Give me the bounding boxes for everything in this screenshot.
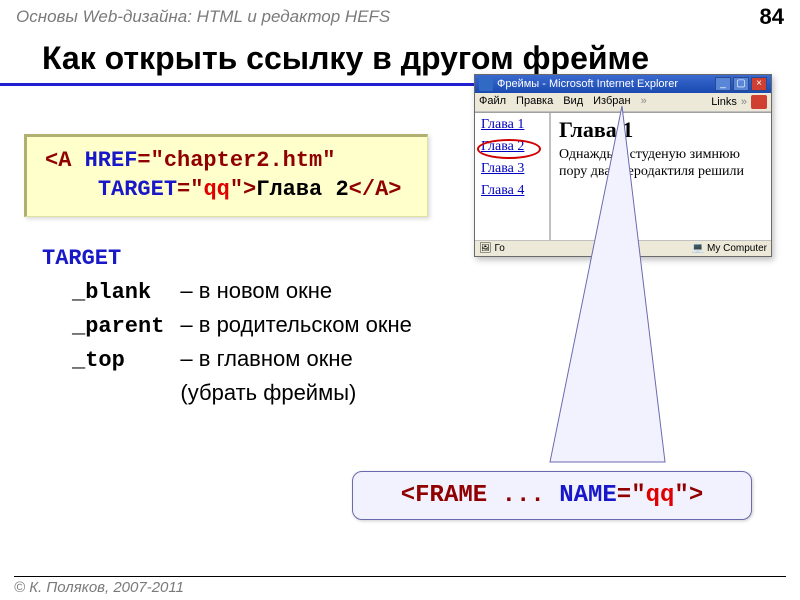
browser-title: Фреймы - Microsoft Internet Explorer	[497, 78, 678, 90]
maximize-button[interactable]: ▢	[733, 77, 749, 91]
minimize-button[interactable]: _	[715, 77, 731, 91]
name-eq: ="	[617, 482, 646, 509]
header-bar: Основы Web-дизайна: HTML и редактор HEFS…	[0, 0, 800, 34]
target-top-attr: _top	[42, 343, 180, 377]
code-example: <A HREF="chapter2.htm" TARGET="qq">Глава…	[24, 134, 428, 217]
link-text: Глава 2	[256, 177, 348, 202]
page-number: 84	[760, 4, 784, 30]
browser-content: Глава 1 Глава 2 Глава 3 Глава 4 Глава 1 …	[475, 112, 771, 240]
menu-file[interactable]: Файл	[479, 95, 506, 109]
target-val: qq	[203, 177, 229, 202]
frame-text: Однажды в студеную зимнюю пору два птеро…	[559, 147, 763, 181]
close-quote: ">	[230, 177, 256, 202]
menu-fav[interactable]: Избран	[593, 95, 630, 109]
browser-window: Фреймы - Microsoft Internet Explorer _ ▢…	[474, 74, 772, 257]
tag-open: <A	[45, 148, 85, 173]
menu-edit[interactable]: Правка	[516, 95, 553, 109]
highlight-ellipse	[477, 139, 541, 159]
link-ch3[interactable]: Глава 3	[481, 161, 543, 177]
target-blank-desc: – в новом окне	[180, 275, 427, 309]
target-extra: (убрать фреймы)	[180, 377, 427, 409]
name-val: qq	[646, 482, 675, 509]
breadcrumb: Основы Web-дизайна: HTML и редактор HEFS	[16, 7, 390, 27]
status-left: 🖼 Го	[479, 243, 505, 254]
links-label[interactable]: Links	[711, 96, 737, 108]
browser-titlebar: Фреймы - Microsoft Internet Explorer _ ▢…	[475, 75, 771, 93]
browser-statusbar: 🖼 Го 💻 My Computer	[475, 240, 771, 256]
windows-icon	[751, 95, 767, 109]
callout-bubble: <FRAME ... NAME="qq">	[352, 471, 752, 520]
link-ch1[interactable]: Глава 1	[481, 117, 543, 133]
window-controls: _ ▢ ×	[715, 77, 767, 91]
menu-view[interactable]: Вид	[563, 95, 583, 109]
href-val: ="chapter2.htm"	[137, 148, 335, 173]
close-button[interactable]: ×	[751, 77, 767, 91]
link-ch4[interactable]: Глава 4	[481, 183, 543, 199]
frame-open: <FRAME ...	[401, 482, 559, 509]
ie-icon	[479, 77, 493, 91]
target-list: TARGET _blank – в новом окне _parent – в…	[42, 243, 800, 408]
target-attr: TARGET	[98, 177, 177, 202]
target-top-desc: – в главном окне	[180, 343, 427, 377]
browser-menu: Файл Правка Вид Избран » Links »	[475, 93, 771, 112]
target-parent-attr: _parent	[42, 309, 180, 343]
right-frame: Глава 1 Однажды в студеную зимнюю пору д…	[551, 113, 771, 240]
href-attr: HREF	[85, 148, 138, 173]
tag-close: </A>	[349, 177, 402, 202]
frame-close: ">	[674, 482, 703, 509]
name-attr: NAME	[559, 482, 617, 509]
target-blank-attr: _blank	[42, 275, 180, 309]
left-frame: Глава 1 Глава 2 Глава 3 Глава 4	[475, 113, 551, 240]
footer: © К. Поляков, 2007-2011	[14, 576, 786, 596]
eq-quote: ="	[177, 177, 203, 202]
target-parent-desc: – в родительском окне	[180, 309, 427, 343]
status-right: 💻 My Computer	[692, 243, 767, 254]
frame-heading: Глава 1	[559, 117, 763, 143]
